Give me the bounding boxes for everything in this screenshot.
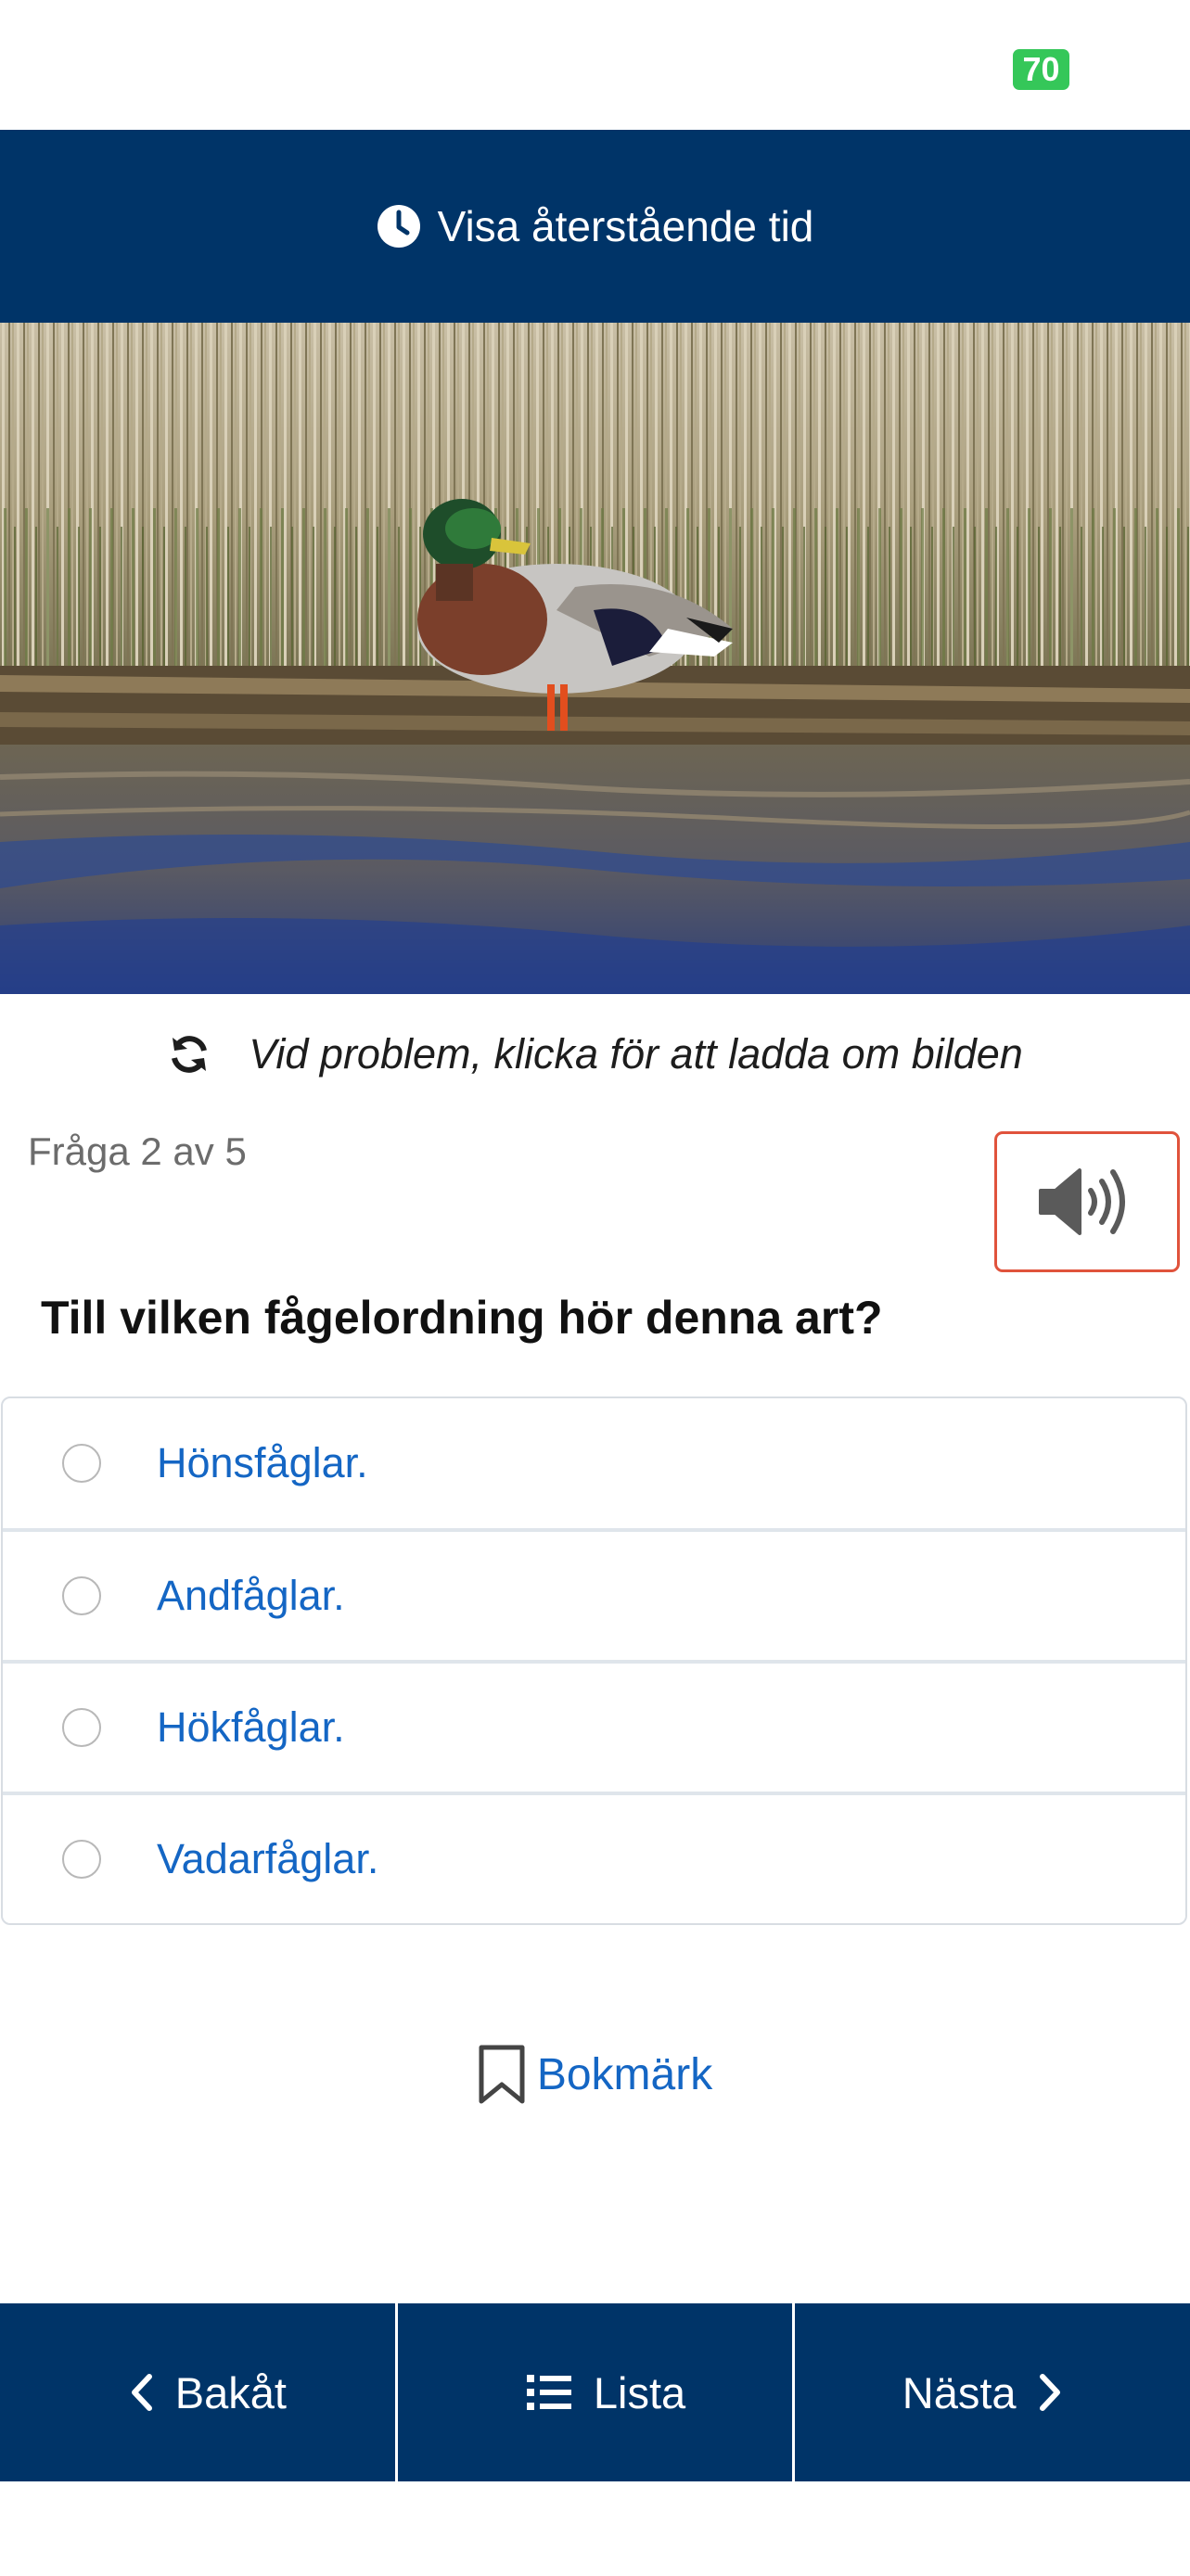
- radio-button[interactable]: [62, 1576, 101, 1615]
- answer-option-4[interactable]: Vadarfåglar.: [3, 1792, 1185, 1923]
- back-label: Bakåt: [174, 2367, 287, 2417]
- speaker-icon: [1039, 1168, 1125, 1235]
- battery-indicator: 70: [1013, 49, 1069, 90]
- clock-icon: [377, 205, 420, 248]
- next-label: Nästa: [902, 2367, 1017, 2417]
- question-text: Till vilken fågelordning hör denna art?: [41, 1292, 883, 1344]
- chevron-right-icon: [1039, 2374, 1060, 2411]
- answer-label: Hökfåglar.: [157, 1703, 345, 1751]
- radio-button[interactable]: [62, 1708, 101, 1747]
- question-photo: [0, 323, 1190, 994]
- list-button[interactable]: Lista: [394, 2303, 793, 2481]
- reload-text: Vid problem, klicka för att ladda om bil…: [249, 1030, 1023, 1078]
- home-indicator-area: [0, 2481, 1190, 2576]
- show-remaining-time-button[interactable]: Visa återstående tid: [0, 130, 1190, 323]
- reload-icon: [172, 1036, 208, 1073]
- radio-button[interactable]: [62, 1840, 101, 1879]
- answer-option-1[interactable]: Hönsfåglar.: [3, 1398, 1185, 1528]
- reload-image-link[interactable]: Vid problem, klicka för att ladda om bil…: [0, 1003, 1190, 1105]
- answer-option-2[interactable]: Andfåglar.: [3, 1528, 1185, 1660]
- answer-option-3[interactable]: Hökfåglar.: [3, 1660, 1185, 1792]
- status-bar: 70: [0, 0, 1190, 130]
- bookmark-icon: [479, 2045, 525, 2104]
- answer-list: Hönsfåglar. Andfåglar. Hökfåglar. Vadarf…: [1, 1396, 1187, 1925]
- answer-label: Vadarfåglar.: [157, 1835, 379, 1882]
- answer-label: Andfåglar.: [157, 1572, 345, 1619]
- list-icon: [526, 2375, 571, 2410]
- list-label: Lista: [593, 2367, 686, 2417]
- radio-button[interactable]: [62, 1444, 101, 1483]
- audio-button[interactable]: [994, 1131, 1180, 1272]
- timer-label: Visa återstående tid: [437, 202, 814, 250]
- bookmark-button[interactable]: Bokmärk: [0, 2033, 1190, 2116]
- bookmark-label: Bokmärk: [536, 2049, 713, 2099]
- answer-label: Hönsfåglar.: [157, 1439, 368, 1486]
- back-button[interactable]: Bakåt: [0, 2303, 395, 2481]
- bottom-navigation: Bakåt Lista Nästa: [0, 2303, 1190, 2481]
- question-counter: Fråga 2 av 5: [28, 1129, 247, 1173]
- chevron-left-icon: [131, 2374, 152, 2411]
- next-button[interactable]: Nästa: [792, 2303, 1190, 2481]
